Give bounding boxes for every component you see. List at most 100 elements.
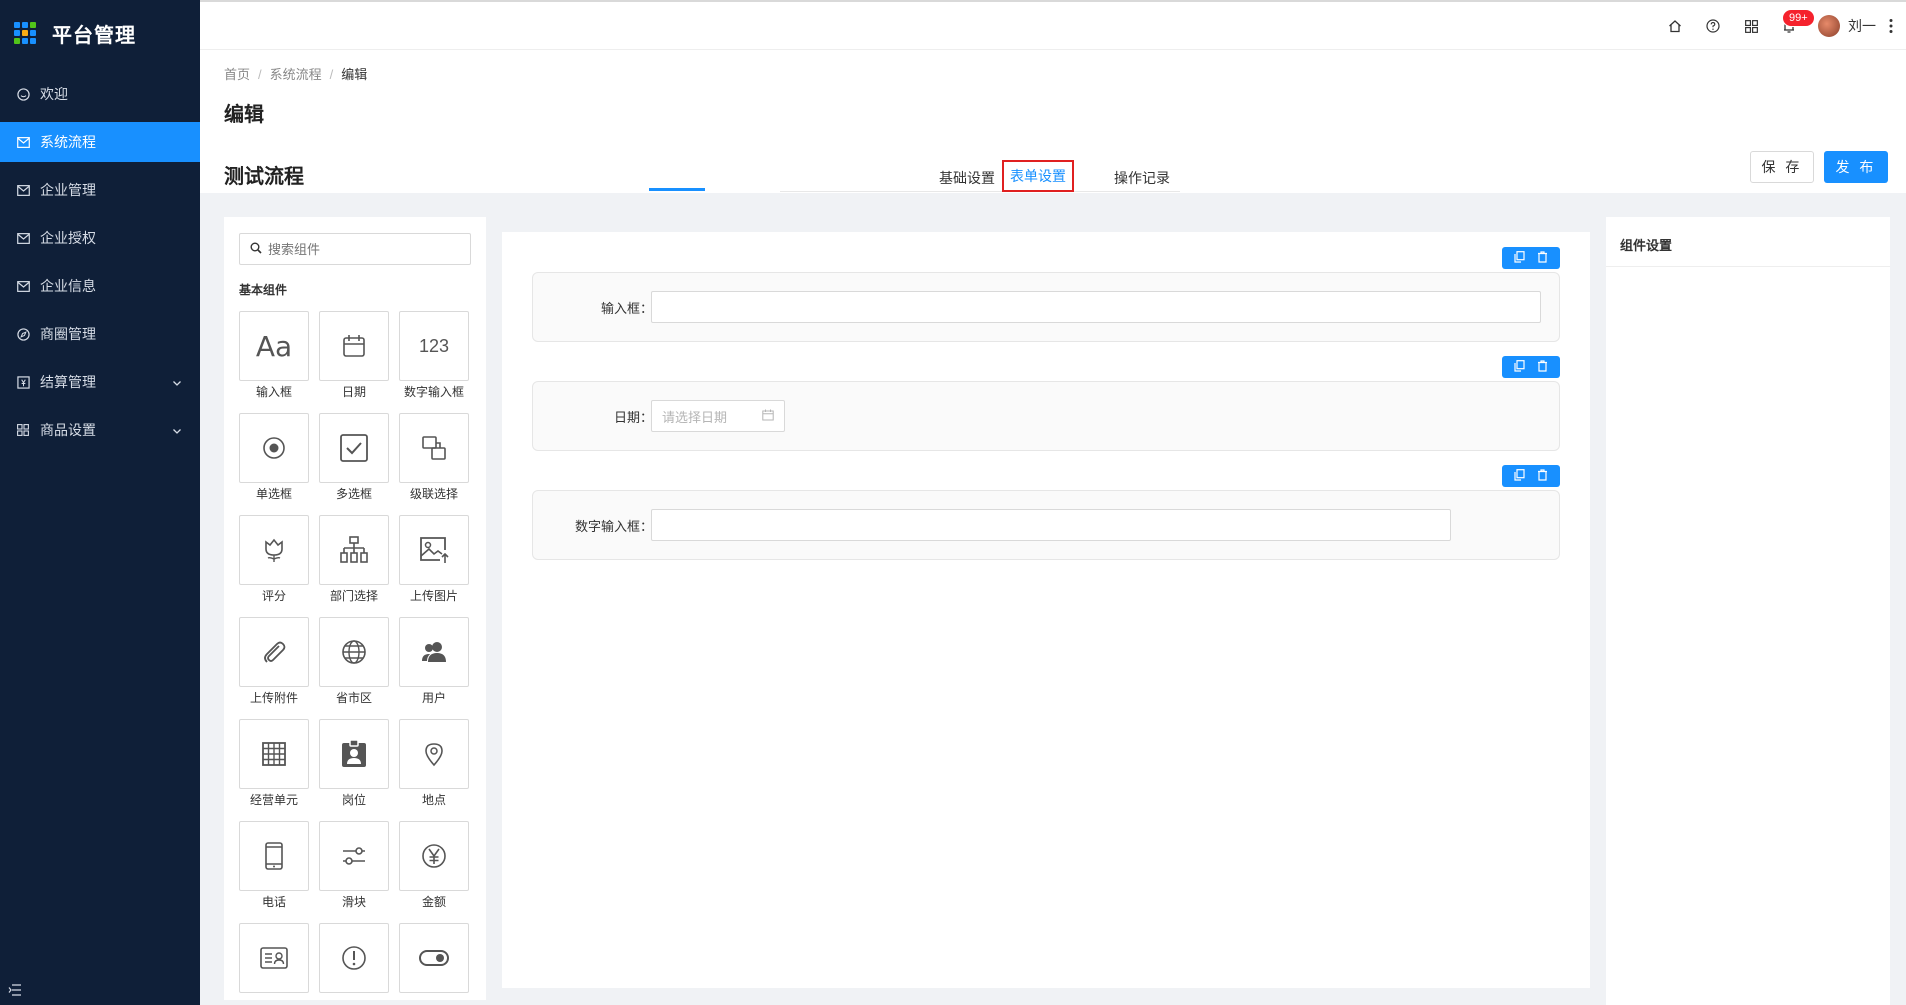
sidebar-item-label: 欢迎 [40, 86, 68, 102]
mail-icon [16, 279, 30, 293]
sidebar-item-enterprise-management[interactable]: 企业管理 [0, 170, 200, 210]
settings-title: 组件设置 [1606, 217, 1890, 267]
active-tab-indicator [649, 188, 705, 191]
component-upload-file[interactable]: 上传附件 [239, 617, 309, 717]
delete-icon[interactable] [1537, 468, 1548, 484]
app-grid-icon [14, 22, 36, 44]
grid-icon [16, 423, 30, 437]
sidebar-item-label: 结算管理 [40, 374, 96, 390]
notification-badge: 99+ [1782, 9, 1815, 27]
mobile-phone-icon [239, 821, 309, 891]
component-search[interactable] [239, 233, 471, 265]
component-upload-image[interactable]: 上传图片 [399, 515, 469, 615]
menu-collapse-icon[interactable] [8, 983, 22, 999]
org-chart-icon [319, 515, 389, 585]
chevron-down-icon [172, 375, 182, 391]
number-icon: 123 [399, 311, 469, 381]
calendar-icon [319, 311, 389, 381]
radio-icon [239, 413, 309, 483]
delete-icon[interactable] [1537, 250, 1548, 266]
component-region[interactable]: 省市区 [319, 617, 389, 717]
font-icon: Aa [239, 311, 309, 381]
sidebar-item-system-flow[interactable]: 系统流程 [0, 122, 200, 162]
avatar[interactable] [1818, 15, 1840, 37]
flower-icon [239, 515, 309, 585]
username[interactable]: 刘一 [1848, 16, 1876, 36]
mail-icon [16, 231, 30, 245]
search-input[interactable] [268, 241, 458, 257]
form-field-date[interactable]: 日期： 请选择日期 [532, 381, 1560, 451]
sidebar-item-business-district[interactable]: 商圈管理 [0, 314, 200, 354]
field-label: 日期： [613, 410, 653, 425]
table-grid-icon [239, 719, 309, 789]
page-header: 首页 / 系统流程 / 编辑 编辑 测试流程 基础设置 表单设置 操作记录 保 存 发 … [200, 50, 1906, 193]
date-picker[interactable]: 请选择日期 [651, 400, 785, 432]
more-vertical-icon[interactable] [1876, 18, 1906, 34]
yen-coin-icon [399, 821, 469, 891]
date-placeholder: 请选择日期 [662, 409, 728, 425]
component-switch[interactable] [399, 923, 469, 1000]
sidebar-item-enterprise-authorization[interactable]: 企业授权 [0, 218, 200, 258]
text-input[interactable] [651, 291, 1541, 323]
sidebar-item-product-settings[interactable]: 商品设置 [0, 410, 200, 450]
component-user[interactable]: 用户 [399, 617, 469, 717]
notification-bell[interactable]: 99+ [1770, 7, 1815, 45]
globe-icon [319, 617, 389, 687]
mail-icon [16, 183, 30, 197]
component-text-input[interactable]: Aa 输入框 [239, 311, 309, 411]
publish-button[interactable]: 发 布 [1824, 151, 1888, 183]
sidebar-item-label: 企业授权 [40, 230, 96, 246]
field-actions [1502, 356, 1560, 378]
component-id-card[interactable] [239, 923, 309, 1000]
sidebar-item-label: 商圈管理 [40, 326, 96, 342]
cascade-icon [399, 413, 469, 483]
sidebar-item-welcome[interactable]: 欢迎 [0, 74, 200, 114]
toggle-icon [399, 923, 469, 993]
group-title: 基本组件 [239, 283, 288, 297]
save-button[interactable]: 保 存 [1750, 151, 1814, 183]
component-radio[interactable]: 单选框 [239, 413, 309, 513]
sidebar-item-settlement[interactable]: 结算管理 [0, 362, 200, 402]
component-checkbox[interactable]: 多选框 [319, 413, 389, 513]
component-palette: 基本组件 Aa 输入框 日期 123 数字输入框 单选框 [224, 217, 486, 1000]
logo[interactable]: 平台管理 [0, 0, 200, 66]
sidebar-item-enterprise-info[interactable]: 企业信息 [0, 266, 200, 306]
component-location[interactable]: 地点 [399, 719, 469, 819]
component-department[interactable]: 部门选择 [319, 515, 389, 615]
component-business-unit[interactable]: 经营单元 [239, 719, 309, 819]
chevron-down-icon [172, 423, 182, 439]
component-date[interactable]: 日期 [319, 311, 389, 411]
paperclip-icon [239, 617, 309, 687]
component-number-input[interactable]: 123 数字输入框 [399, 311, 469, 411]
copy-icon[interactable] [1514, 250, 1525, 266]
delete-icon[interactable] [1537, 359, 1548, 375]
apps-icon[interactable] [1732, 7, 1770, 45]
topbar: 99+ 刘一 [200, 0, 1906, 50]
form-field-text[interactable]: 输入框： [532, 272, 1560, 342]
image-upload-icon [399, 515, 469, 585]
tab-basic-settings[interactable]: 基础设置 [933, 164, 1001, 192]
users-icon [399, 617, 469, 687]
field-label: 输入框： [600, 301, 653, 316]
home-icon[interactable] [1656, 7, 1694, 45]
copy-icon[interactable] [1514, 359, 1525, 375]
calendar-icon [762, 409, 774, 424]
component-phone[interactable]: 电话 [239, 821, 309, 921]
component-position[interactable]: 岗位 [319, 719, 389, 819]
tab-form-settings[interactable]: 表单设置 [1002, 160, 1074, 192]
page-title: 编辑 [224, 104, 264, 126]
form-field-number[interactable]: 数字输入框： [532, 490, 1560, 560]
copy-icon[interactable] [1514, 468, 1525, 484]
component-notice[interactable] [319, 923, 389, 1000]
component-cascader[interactable]: 级联选择 [399, 413, 469, 513]
breadcrumb-home[interactable]: 首页 [224, 67, 250, 82]
badge-id-icon [319, 719, 389, 789]
help-icon[interactable] [1694, 7, 1732, 45]
component-amount[interactable]: 金额 [399, 821, 469, 921]
location-pin-icon [399, 719, 469, 789]
number-input[interactable] [651, 509, 1451, 541]
tab-operation-log[interactable]: 操作记录 [1108, 164, 1176, 192]
component-slider[interactable]: 滑块 [319, 821, 389, 921]
component-rating[interactable]: 评分 [239, 515, 309, 615]
breadcrumb-section[interactable]: 系统流程 [270, 67, 322, 82]
